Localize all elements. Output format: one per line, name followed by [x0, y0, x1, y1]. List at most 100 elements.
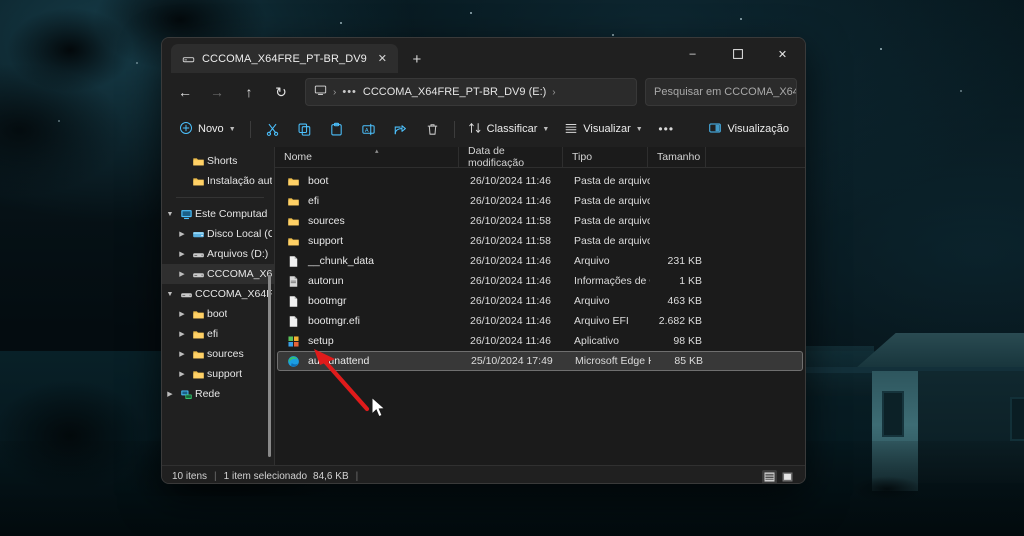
view-button[interactable]: Visualizar ▼: [557, 115, 649, 143]
file-name-cell: setup: [277, 335, 461, 348]
close-window-button[interactable]: ✕: [760, 38, 805, 70]
search-input[interactable]: Pesquisar em CCCOMA_X64FR: [645, 78, 797, 106]
column-header-size[interactable]: Tamanho: [648, 146, 706, 168]
folder-icon: [190, 175, 207, 188]
file-icon: [286, 255, 301, 268]
file-size-cell: 1 KB: [679, 275, 702, 287]
table-row[interactable]: efi 26/10/2024 11:46 Pasta de arquivos: [277, 191, 803, 211]
chevron-right-icon[interactable]: ▶: [174, 230, 190, 238]
star: [612, 34, 614, 36]
table-row[interactable]: bootmgr 26/10/2024 11:46 Arquivo 463 KB: [277, 291, 803, 311]
file-date-cell: 26/10/2024 11:58: [470, 235, 551, 247]
up-button[interactable]: ↑: [234, 78, 264, 106]
maximize-button[interactable]: [715, 38, 760, 70]
chevron-down-icon[interactable]: ▼: [636, 126, 643, 133]
column-header-type[interactable]: Tipo: [563, 146, 648, 168]
chevron-down-icon[interactable]: ▼: [162, 291, 178, 298]
chevron-right-icon[interactable]: ▶: [174, 350, 190, 358]
chevron-right-icon[interactable]: ▶: [174, 370, 190, 378]
new-button[interactable]: Novo ▼: [171, 115, 244, 143]
folder-icon: [190, 155, 207, 168]
address-bar[interactable]: › ••• CCCOMA_X64FRE_PT-BR_DV9 (E:) ›: [305, 78, 637, 106]
file-name-label: sources: [308, 215, 345, 227]
breadcrumb-trailing-chevron[interactable]: ›: [552, 87, 555, 98]
forward-button: →: [210, 84, 224, 100]
browser-tab[interactable]: CCCOMA_X64FRE_PT-BR_DV9 ✕: [171, 44, 398, 73]
file-date-cell: 26/10/2024 11:46: [470, 335, 551, 347]
disc-drive-icon: [190, 248, 207, 261]
sidebar-item-cccoma-x6[interactable]: ▶ CCCOMA_X6: [162, 264, 274, 284]
delete-button[interactable]: [417, 115, 448, 143]
disc-drive-icon: [181, 52, 195, 66]
sort-icon: [468, 121, 482, 138]
share-button[interactable]: [385, 115, 416, 143]
chevron-right-icon[interactable]: ▶: [174, 330, 190, 338]
column-header-date[interactable]: Data de modificação: [459, 145, 563, 169]
table-row[interactable]: sources 26/10/2024 11:58 Pasta de arquivos: [277, 211, 803, 231]
sidebar-item-cccoma-x64f[interactable]: ▼ CCCOMA_X64F: [162, 284, 274, 304]
chevron-right-icon[interactable]: ▶: [162, 390, 178, 398]
file-type-cell: Aplicativo: [574, 335, 619, 347]
sidebar-item-efi[interactable]: ▶ efi: [162, 324, 274, 344]
sidebar-item-arquivos-d[interactable]: ▶ Arquivos (D:): [162, 244, 274, 264]
table-row[interactable]: __chunk_data 26/10/2024 11:46 Arquivo 231 K…: [277, 251, 803, 271]
folder-icon: [190, 328, 207, 341]
star: [340, 22, 342, 24]
table-row[interactable]: autorun 26/10/2024 11:46 Informações de C.…: [277, 271, 803, 291]
sidebar-item-boot[interactable]: ▶ boot: [162, 304, 274, 324]
sidebar-item-label: efi: [207, 328, 219, 340]
details-view-button[interactable]: [762, 469, 777, 483]
sidebar-item-este-computad[interactable]: ▼ Este Computad: [162, 204, 274, 224]
minimize-button[interactable]: –: [670, 38, 715, 70]
table-row[interactable]: autounattend 25/10/2024 17:49 Microsoft Ed…: [277, 351, 803, 371]
cut-button[interactable]: [257, 115, 288, 143]
chevron-right-icon[interactable]: ▶: [174, 250, 190, 258]
title-bar: CCCOMA_X64FRE_PT-BR_DV9 ✕ + – ✕: [162, 38, 805, 73]
sidebar-item-disco-local-c[interactable]: ▶ Disco Local (C: [162, 224, 274, 244]
tab-close-button[interactable]: ✕: [374, 50, 391, 67]
breadcrumb-overflow-button[interactable]: •••: [342, 86, 357, 98]
chevron-down-icon[interactable]: ▼: [542, 126, 549, 133]
table-row[interactable]: setup 26/10/2024 11:46 Aplicativo 98 KB: [277, 331, 803, 351]
column-header-name[interactable]: Nome: [275, 146, 459, 168]
sort-button[interactable]: Classificar ▼: [461, 115, 557, 143]
config-file-icon: [286, 275, 301, 288]
status-bar: 10 itens | 1 item selecionado 84,6 KB |: [162, 465, 805, 484]
paste-button[interactable]: [321, 115, 352, 143]
new-tab-button[interactable]: +: [404, 46, 430, 72]
chevron-down-icon[interactable]: ▼: [229, 126, 236, 133]
chevron-right-icon[interactable]: ▶: [174, 310, 190, 318]
table-row[interactable]: boot 26/10/2024 11:46 Pasta de arquivos: [277, 171, 803, 191]
rename-button[interactable]: A: [353, 115, 384, 143]
refresh-button[interactable]: ↻: [266, 78, 296, 106]
sidebar-item-rede[interactable]: ▶ Rede: [162, 384, 274, 404]
sidebar-item-support[interactable]: ▶ support: [162, 364, 274, 384]
folder-icon: [190, 308, 207, 321]
table-row[interactable]: bootmgr.efi 26/10/2024 11:46 Arquivo EFI 2.…: [277, 311, 803, 331]
file-name-cell: sources: [277, 215, 461, 228]
file-type-cell: Pasta de arquivos: [574, 215, 650, 227]
breadcrumb-current-path[interactable]: CCCOMA_X64FRE_PT-BR_DV9 (E:): [363, 86, 546, 98]
sidebar-scrollbar[interactable]: [268, 275, 271, 457]
command-bar-right-group: Visualização: [701, 115, 796, 143]
file-name-label: autounattend: [308, 355, 370, 367]
back-button[interactable]: ←: [170, 78, 200, 106]
sidebar-item-label: Rede: [195, 388, 221, 400]
file-size-cell: 85 KB: [674, 355, 703, 367]
navigation-sidebar[interactable]: Shorts Instalação aut ▼ Este Computad ▶ Disco…: [162, 147, 274, 465]
view-button-label: Visualizar: [583, 123, 631, 135]
preview-pane-button[interactable]: Visualização: [701, 115, 796, 143]
more-options-button[interactable]: •••: [651, 115, 682, 143]
this-pc-icon[interactable]: [314, 84, 327, 100]
table-row[interactable]: support 26/10/2024 11:58 Pasta de arquivos: [277, 231, 803, 251]
large-icons-view-button[interactable]: [780, 470, 795, 484]
sidebar-item-sources[interactable]: ▶ sources: [162, 344, 274, 364]
chevron-right-icon[interactable]: ▶: [174, 270, 190, 278]
file-date-cell: 26/10/2024 11:46: [470, 315, 551, 327]
chevron-down-icon[interactable]: ▼: [162, 211, 178, 218]
sidebar-item-shorts[interactable]: Shorts: [162, 151, 274, 171]
svg-text:A: A: [365, 127, 369, 133]
sidebar-item-instala-o-aut[interactable]: Instalação aut: [162, 171, 274, 191]
copy-button[interactable]: [289, 115, 320, 143]
file-type-cell: Pasta de arquivos: [574, 235, 650, 247]
